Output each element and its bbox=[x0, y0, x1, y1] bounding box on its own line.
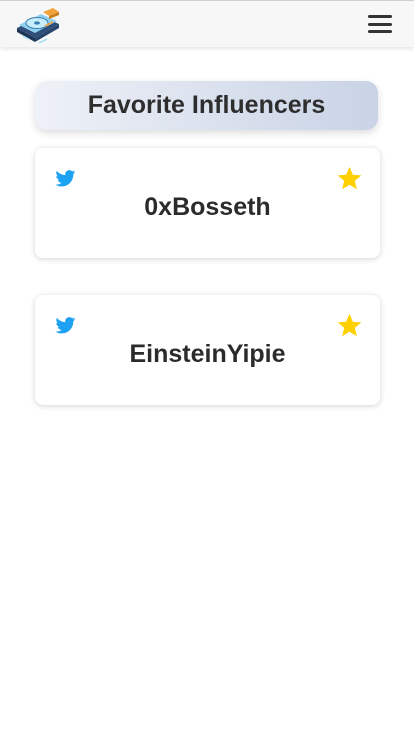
influencer-handle[interactable]: EinsteinYipie bbox=[35, 340, 380, 369]
hamburger-menu-icon[interactable] bbox=[368, 13, 394, 37]
twitter-icon[interactable] bbox=[55, 170, 76, 187]
influencer-card[interactable]: 0xBosseth bbox=[35, 148, 380, 258]
menu-bar-top bbox=[368, 15, 392, 19]
page-title: Favorite Influencers bbox=[87, 91, 326, 119]
star-favorite-icon[interactable] bbox=[336, 166, 363, 191]
menu-bar-middle bbox=[368, 22, 392, 26]
section-heading: Favorite Influencers bbox=[35, 81, 378, 130]
top-navbar bbox=[0, 0, 414, 47]
influencer-handle[interactable]: 0xBosseth bbox=[35, 193, 380, 222]
menu-bar-bottom bbox=[368, 30, 392, 34]
influencer-card[interactable]: EinsteinYipie bbox=[35, 295, 380, 405]
page: Favorite Influencers 0xBosseth EinsteinY… bbox=[0, 0, 414, 742]
harddrive-logo-icon[interactable] bbox=[13, 4, 63, 46]
star-favorite-icon[interactable] bbox=[336, 313, 363, 338]
twitter-icon[interactable] bbox=[55, 317, 76, 334]
